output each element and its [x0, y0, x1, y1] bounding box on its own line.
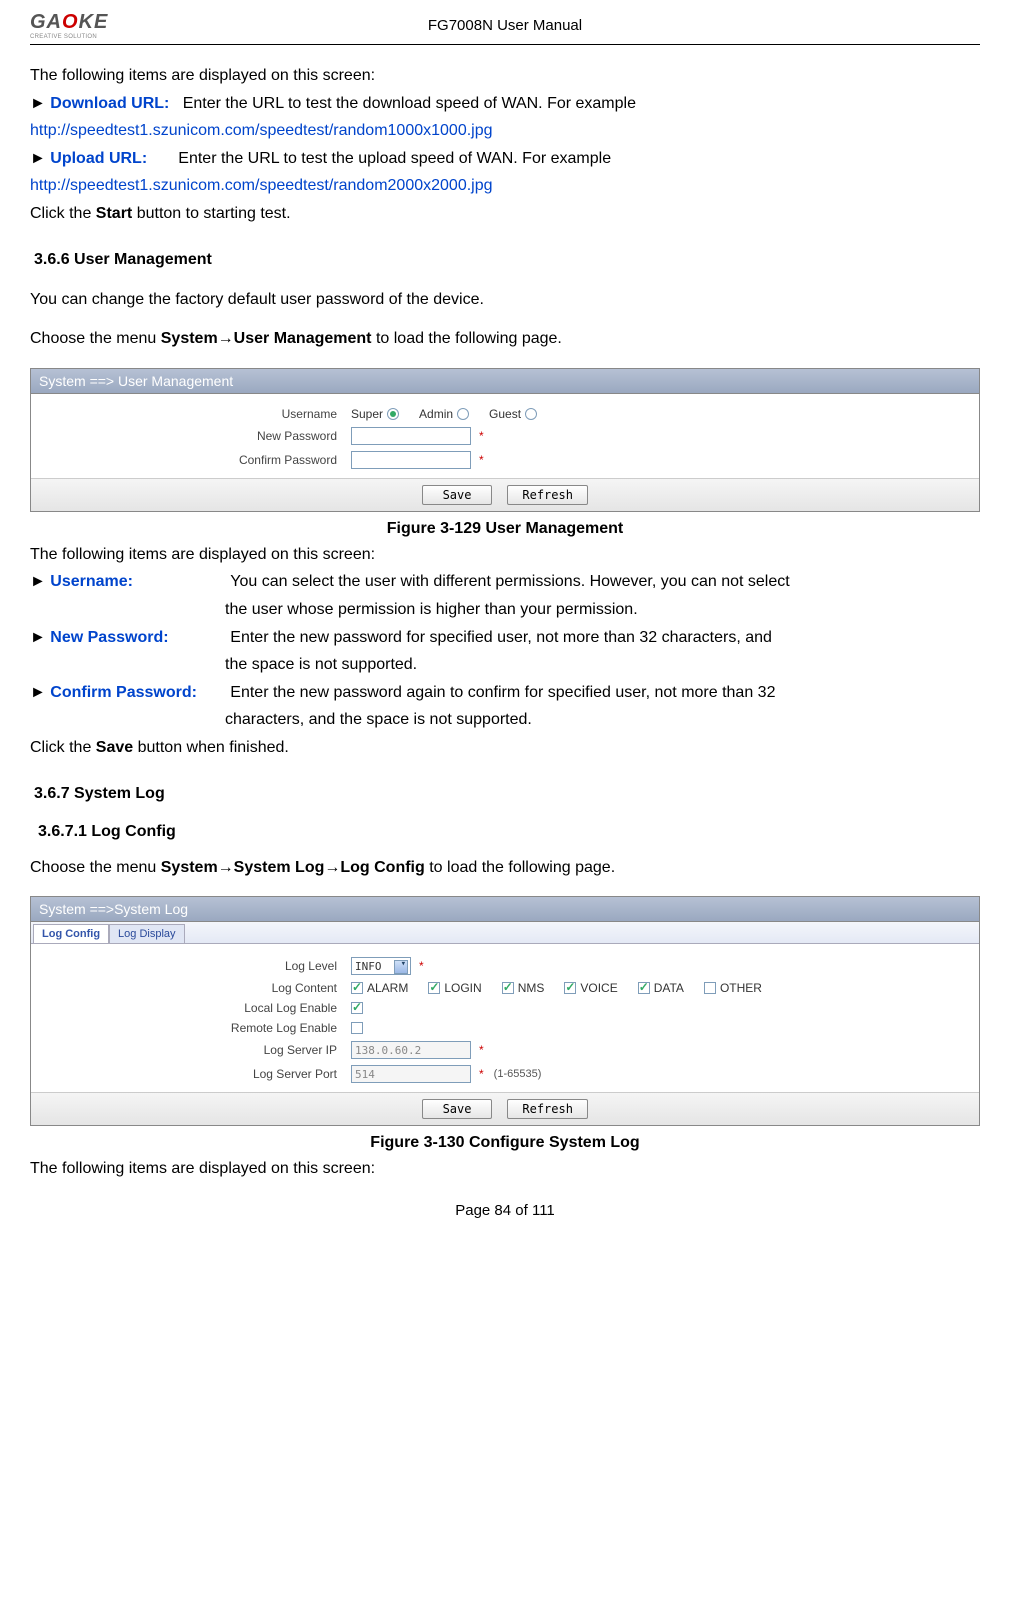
logo: GAOKE CREATIVE SOLUTION [30, 10, 160, 40]
log-level-select[interactable]: INFO [351, 957, 411, 975]
desc-intro: The following items are displayed on thi… [30, 542, 980, 568]
desc-new-password: ► New Password:Enter the new password fo… [30, 625, 980, 651]
check-other[interactable]: OTHER [704, 981, 762, 995]
refresh-button[interactable]: Refresh [507, 485, 588, 505]
log-server-port-input[interactable] [351, 1065, 471, 1083]
checkbox-icon [428, 982, 440, 994]
panel-body: Username Super Admin Guest New Password … [31, 394, 979, 478]
heading-3-6-6: 3.6.6 User Management [34, 251, 980, 269]
radio-admin[interactable]: Admin [419, 407, 469, 421]
heading-3-6-7-1: 3.6.7.1 Log Config [38, 823, 980, 841]
logo-part-red: O [62, 11, 79, 33]
upload-url-desc: Enter the URL to test the upload speed o… [178, 150, 611, 167]
desc-username-cont: the user whose permission is higher than… [225, 597, 980, 623]
required-mark: * [479, 1067, 484, 1081]
download-url-link[interactable]: http://speedtest1.szunicom.com/speedtest… [30, 118, 980, 144]
download-url-line: ► Download URL: Enter the URL to test th… [30, 91, 980, 117]
s367-nav: Choose the menu System→System Log→Log Co… [30, 855, 980, 881]
page-footer: Page 84 of 111 [30, 1202, 980, 1219]
intro-line: The following items are displayed on thi… [30, 63, 980, 89]
save-button[interactable]: Save [422, 1099, 492, 1119]
figure-129-description: The following items are displayed on thi… [30, 542, 980, 761]
check-alarm[interactable]: ALARM [351, 981, 408, 995]
doc-title: FG7008N User Manual [160, 17, 980, 34]
desc-username: ► Username:You can select the user with … [30, 569, 980, 595]
checkbox-icon [502, 982, 514, 994]
button-bar: Save Refresh [31, 1092, 979, 1125]
upload-url-link[interactable]: http://speedtest1.szunicom.com/speedtest… [30, 173, 980, 199]
logo-part: KE [79, 11, 109, 33]
label-log-content: Log Content [31, 981, 351, 995]
label-log-server-ip: Log Server IP [31, 1043, 351, 1057]
check-login[interactable]: LOGIN [428, 981, 481, 995]
s366-intro: You can change the factory default user … [30, 287, 980, 313]
label-username: Username [31, 407, 351, 421]
required-mark: * [419, 959, 424, 973]
figure-129-caption: Figure 3-129 User Management [30, 520, 980, 538]
log-server-ip-input[interactable] [351, 1041, 471, 1059]
figure-129-panel: System ==> User Management Username Supe… [30, 368, 980, 512]
logo-subtitle: CREATIVE SOLUTION [30, 34, 160, 40]
upload-url-label: Upload URL: [50, 150, 147, 167]
radio-super[interactable]: Super [351, 407, 399, 421]
refresh-button[interactable]: Refresh [507, 1099, 588, 1119]
checkbox-icon [564, 982, 576, 994]
download-url-desc: Enter the URL to test the download speed… [183, 95, 636, 112]
desc-confirm-password-cont: characters, and the space is not support… [225, 707, 980, 733]
tab-log-config[interactable]: Log Config [33, 924, 109, 943]
checkbox-icon [704, 982, 716, 994]
required-mark: * [479, 429, 484, 443]
label-log-server-port: Log Server Port [31, 1067, 351, 1081]
panel-body: Log Level INFO* Log Content ALARM LOGIN … [31, 944, 979, 1092]
upload-url-line: ► Upload URL: Enter the URL to test the … [30, 146, 980, 172]
tab-bar: Log Config Log Display [31, 922, 979, 944]
heading-3-6-7: 3.6.7 System Log [34, 785, 980, 803]
label-new-password: New Password [31, 429, 351, 443]
download-url-label: Download URL: [50, 95, 169, 112]
save-instruction: Click the Save button when finished. [30, 735, 980, 761]
radio-guest[interactable]: Guest [489, 407, 537, 421]
figure-130-caption: Figure 3-130 Configure System Log [30, 1134, 980, 1152]
required-mark: * [479, 1043, 484, 1057]
label-remote-log-enable: Remote Log Enable [31, 1021, 351, 1035]
radio-icon [387, 408, 399, 420]
logo-part: GA [30, 11, 62, 33]
button-bar: Save Refresh [31, 478, 979, 511]
s366-nav: Choose the menu System→User Management t… [30, 326, 980, 352]
save-button[interactable]: Save [422, 485, 492, 505]
page-header: GAOKE CREATIVE SOLUTION FG7008N User Man… [30, 10, 980, 45]
remote-log-enable-checkbox[interactable] [351, 1022, 363, 1034]
check-data[interactable]: DATA [638, 981, 684, 995]
desc-confirm-password: ► Confirm Password:Enter the new passwor… [30, 680, 980, 706]
port-range-hint: (1-65535) [494, 1068, 542, 1080]
required-mark: * [479, 453, 484, 467]
tab-log-display[interactable]: Log Display [109, 924, 184, 943]
check-voice[interactable]: VOICE [564, 981, 617, 995]
radio-icon [525, 408, 537, 420]
tail-line: The following items are displayed on thi… [30, 1156, 980, 1182]
label-log-level: Log Level [31, 959, 351, 973]
checkbox-icon [638, 982, 650, 994]
label-confirm-password: Confirm Password [31, 453, 351, 467]
confirm-password-input[interactable] [351, 451, 471, 469]
local-log-enable-checkbox[interactable] [351, 1002, 363, 1014]
checkbox-icon [351, 982, 363, 994]
label-local-log-enable: Local Log Enable [31, 1001, 351, 1015]
panel-breadcrumb: System ==>System Log [31, 897, 979, 922]
radio-icon [457, 408, 469, 420]
logo-text: GAOKE [30, 11, 160, 34]
panel-breadcrumb: System ==> User Management [31, 369, 979, 394]
new-password-input[interactable] [351, 427, 471, 445]
start-instruction: Click the Start button to starting test. [30, 201, 980, 227]
desc-new-password-cont: the space is not supported. [225, 652, 980, 678]
figure-130-panel: System ==>System Log Log Config Log Disp… [30, 896, 980, 1126]
check-nms[interactable]: NMS [502, 981, 545, 995]
